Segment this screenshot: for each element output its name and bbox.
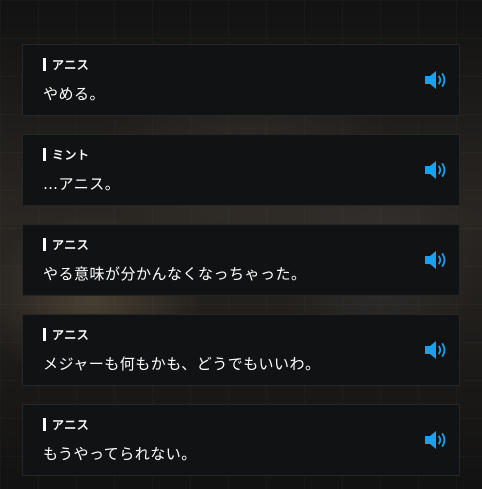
speaker-marker xyxy=(43,237,46,251)
speaker-icon xyxy=(425,341,446,359)
dialogue-entry: アニス やる意味が分かんなくなっちゃった。 xyxy=(22,224,460,296)
dialogue-entry: アニス メジャーも何もかも、どうでもいいわ。 xyxy=(22,314,460,386)
voice-replay-button[interactable] xyxy=(423,69,449,91)
speaker-row: ミント xyxy=(43,146,90,162)
speaker-icon xyxy=(425,431,446,449)
speaker-row: アニス xyxy=(43,236,89,252)
voice-replay-button[interactable] xyxy=(423,339,449,361)
dialogue-text: …アニス。 xyxy=(43,175,121,193)
speaker-name: アニス xyxy=(52,327,90,342)
dialogue-text: メジャーも何もかも、どうでもいいわ。 xyxy=(43,355,321,373)
dialogue-text: やめる。 xyxy=(43,85,106,103)
speaker-name: アニス xyxy=(52,417,90,432)
speaker-row: アニス xyxy=(43,56,89,72)
speaker-marker xyxy=(43,57,46,71)
speaker-name: アニス xyxy=(52,237,90,252)
dialogue-text: やる意味が分かんなくなっちゃった。 xyxy=(43,265,307,283)
dialogue-log[interactable]: アニス やめる。 ミント …アニス。 アニス やる意味が分かんなくなっちゃった。… xyxy=(0,0,482,489)
voice-replay-button[interactable] xyxy=(423,429,449,451)
speaker-icon xyxy=(425,71,446,89)
speaker-icon xyxy=(425,161,446,179)
dialogue-entry: ミント …アニス。 xyxy=(22,134,460,206)
dialogue-entry: アニス もうやってられない。 xyxy=(22,404,460,476)
voice-replay-button[interactable] xyxy=(423,159,449,181)
dialogue-text: もうやってられない。 xyxy=(43,445,197,463)
speaker-name: アニス xyxy=(52,57,90,72)
speaker-marker xyxy=(43,327,46,341)
dialogue-entry: アニス やめる。 xyxy=(22,44,460,116)
speaker-row: アニス xyxy=(43,416,89,432)
voice-replay-button[interactable] xyxy=(423,249,449,271)
speaker-row: アニス xyxy=(43,326,89,342)
speaker-marker xyxy=(43,147,46,161)
speaker-icon xyxy=(425,251,446,269)
speaker-marker xyxy=(43,417,46,431)
speaker-name: ミント xyxy=(52,147,90,162)
